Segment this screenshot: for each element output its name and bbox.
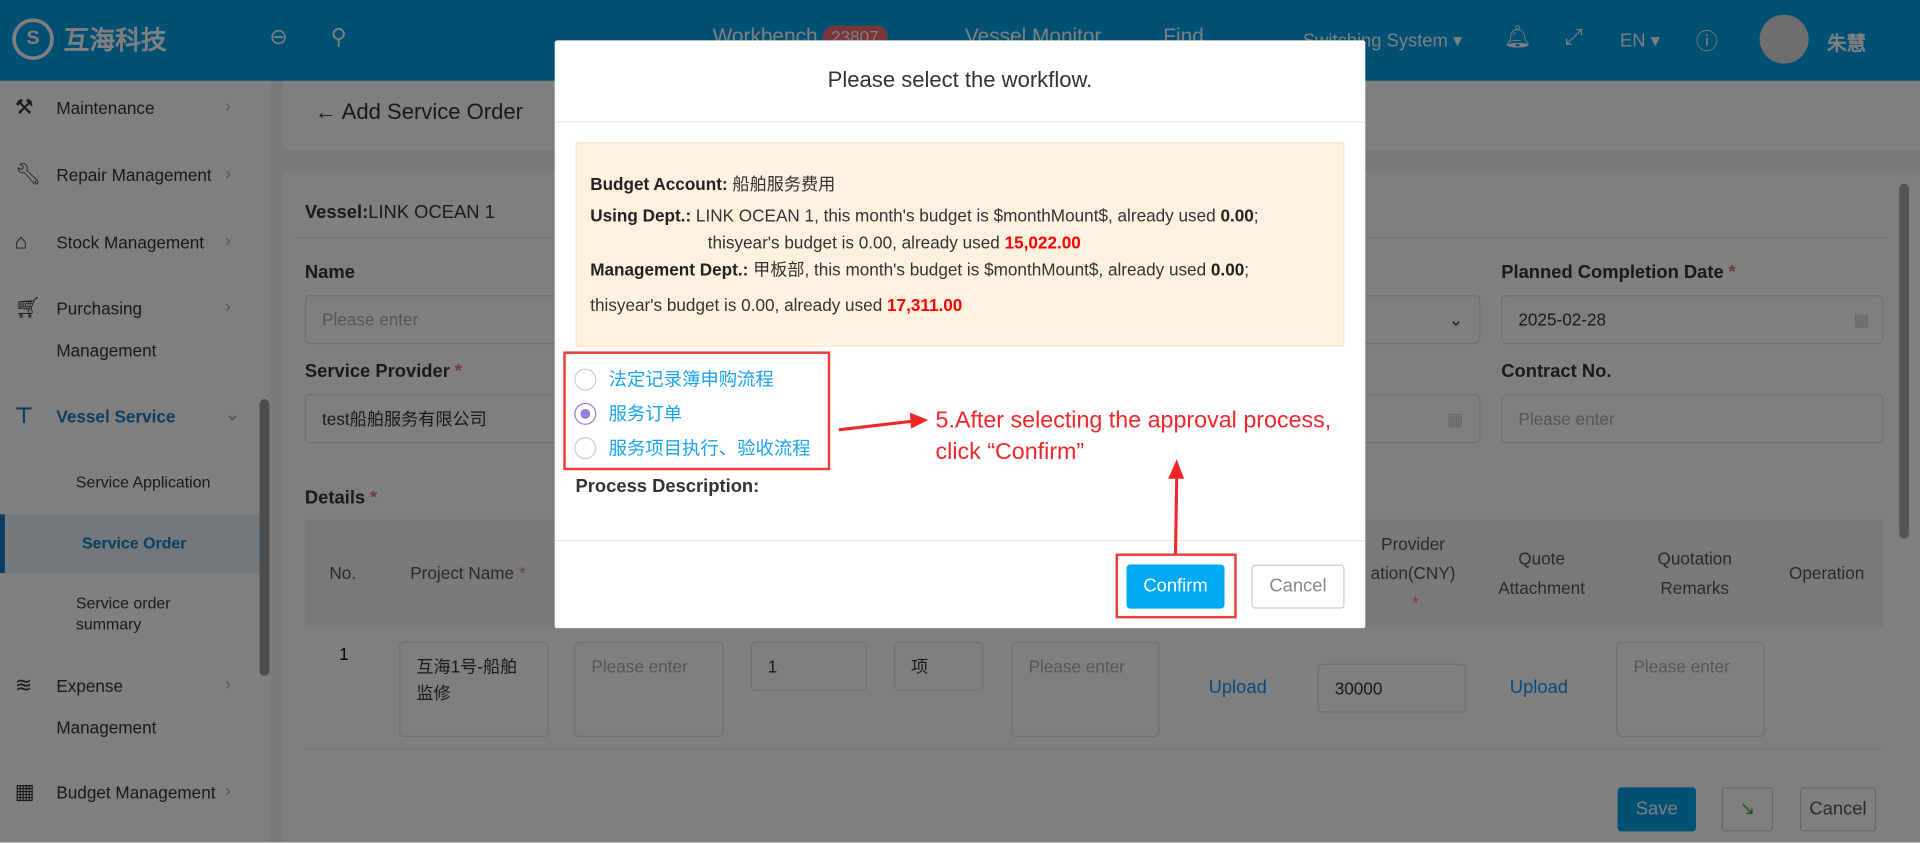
workflow-dialog: Please select the workflow. Budget Accou… <box>554 40 1366 629</box>
annotation-text: 5.After selecting the approval process, c… <box>935 407 1332 466</box>
annotation-arrows <box>838 412 1185 554</box>
